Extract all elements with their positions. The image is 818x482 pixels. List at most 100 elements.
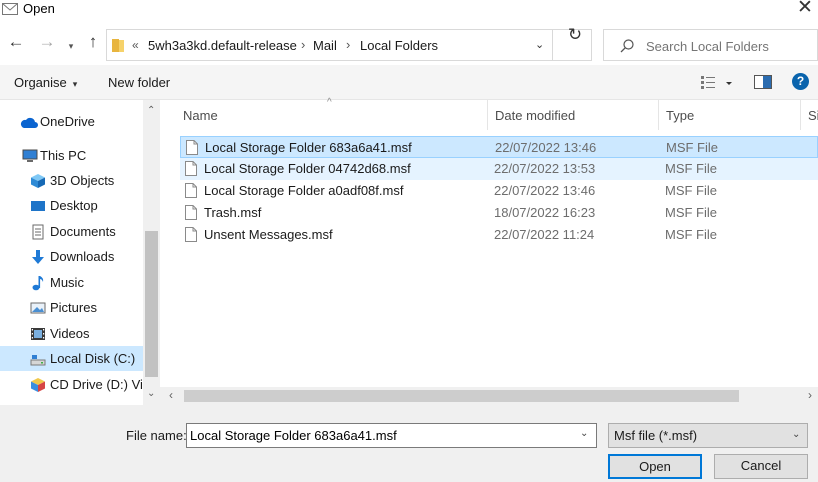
file-row[interactable]: Local Storage Folder 683a6a41.msf 22/07/… bbox=[180, 136, 818, 158]
file-name: Trash.msf bbox=[204, 205, 262, 220]
music-note-icon bbox=[32, 276, 44, 291]
close-button[interactable]: ✕ bbox=[794, 0, 816, 18]
sidebar-item-cd-drive[interactable]: CD Drive (D:) Virt bbox=[0, 372, 143, 397]
file-row[interactable]: Unsent Messages.msf 22/07/2022 11:24 MSF… bbox=[180, 224, 818, 246]
sidebar-item-this-pc[interactable]: This PC bbox=[0, 143, 143, 168]
sidebar-item-label: Downloads bbox=[50, 249, 115, 264]
column-header-name[interactable]: Name bbox=[183, 108, 218, 123]
breadcrumb-local-folders[interactable]: Local Folders bbox=[360, 38, 438, 53]
navigation-pane: OneDrive This PC 3D Objects Desktop Docu… bbox=[0, 100, 160, 405]
column-header-date-modified[interactable]: Date modified bbox=[495, 108, 575, 123]
caret-down-icon: ▾ bbox=[72, 79, 78, 89]
column-header-type[interactable]: Type bbox=[666, 108, 694, 123]
file-date-modified: 22/07/2022 13:46 bbox=[495, 140, 597, 155]
sidebar-item-label: Pictures bbox=[50, 300, 97, 315]
sidebar-item-label: Music bbox=[50, 275, 84, 290]
file-date-modified: 22/07/2022 13:46 bbox=[494, 183, 596, 198]
file-date-modified: 22/07/2022 11:24 bbox=[494, 227, 595, 242]
scroll-right-button[interactable]: › bbox=[808, 388, 812, 402]
sidebar-item-label: 3D Objects bbox=[50, 173, 115, 188]
up-button[interactable]: ↑ bbox=[84, 32, 102, 52]
sidebar-item-documents[interactable]: Documents bbox=[0, 219, 143, 244]
sidebar-item-local-disk[interactable]: Local Disk (C:) bbox=[0, 346, 143, 371]
window-title: Open bbox=[23, 1, 55, 16]
sidebar-item-videos[interactable]: Videos bbox=[0, 321, 143, 346]
column-divider[interactable] bbox=[658, 100, 659, 130]
horizontal-scrollbar[interactable]: ‹ › bbox=[160, 387, 818, 405]
sidebar-item-label: Local Disk (C:) bbox=[50, 351, 136, 366]
file-name-input[interactable] bbox=[190, 427, 570, 444]
file-type: MSF File bbox=[666, 140, 718, 155]
breadcrumb-separator[interactable]: › bbox=[301, 37, 305, 52]
cube-icon bbox=[31, 174, 45, 188]
file-name: Local Storage Folder a0adf08f.msf bbox=[204, 183, 404, 198]
file-icon bbox=[185, 227, 197, 242]
help-icon[interactable]: ? bbox=[792, 73, 809, 90]
file-type: MSF File bbox=[665, 183, 717, 198]
new-folder-button[interactable]: New folder bbox=[108, 75, 170, 90]
computer-icon bbox=[22, 149, 38, 162]
address-bar[interactable]: « 5wh3a3kd.default-release › Mail › Loca… bbox=[106, 29, 592, 61]
column-headers: ^ Name Date modified Type Si bbox=[160, 97, 818, 130]
cancel-button[interactable]: Cancel bbox=[714, 454, 808, 479]
address-history-dropdown[interactable]: ⌄ bbox=[535, 38, 547, 51]
column-header-size[interactable]: Si bbox=[808, 108, 818, 123]
open-button[interactable]: Open bbox=[608, 454, 702, 479]
breadcrumb-mail[interactable]: Mail bbox=[313, 38, 337, 53]
file-type: MSF File bbox=[665, 227, 717, 242]
file-date-modified: 18/07/2022 16:23 bbox=[494, 205, 596, 220]
navigation-bar: ← → ▾ ↑ « 5wh3a3kd.default-release › Mai… bbox=[0, 20, 818, 65]
file-row[interactable]: Trash.msf 18/07/2022 16:23 MSF File bbox=[180, 202, 818, 224]
cd-drive-icon bbox=[31, 378, 45, 392]
refresh-button[interactable]: ↻ bbox=[560, 20, 590, 50]
breadcrumb-profile[interactable]: 5wh3a3kd.default-release bbox=[148, 38, 297, 53]
sidebar-item-3d-objects[interactable]: 3D Objects bbox=[0, 168, 143, 193]
desktop-icon bbox=[31, 201, 45, 211]
sidebar-item-label: Videos bbox=[50, 326, 90, 341]
scroll-up-button[interactable]: ⌃ bbox=[147, 105, 155, 116]
file-list: ^ Name Date modified Type Si Local Stora… bbox=[160, 97, 818, 405]
file-type: MSF File bbox=[665, 205, 717, 220]
chevron-down-icon[interactable]: ⌄ bbox=[580, 428, 588, 439]
recent-locations-button[interactable]: ▾ bbox=[66, 36, 76, 56]
sidebar-item-downloads[interactable]: Downloads bbox=[0, 244, 143, 269]
sort-ascending-icon: ^ bbox=[327, 97, 332, 108]
folder-icon bbox=[112, 39, 124, 52]
sidebar-scrollbar[interactable]: ⌃ ⌄ bbox=[143, 100, 160, 405]
dialog-footer: File name: ⌄ Msf file (*.msf) ⌄ Open Can… bbox=[0, 405, 818, 482]
sidebar-item-onedrive[interactable]: OneDrive bbox=[0, 109, 143, 134]
file-type-select[interactable]: Msf file (*.msf) ⌄ bbox=[608, 423, 808, 448]
sidebar-item-pictures[interactable]: Pictures bbox=[0, 295, 143, 320]
column-divider[interactable] bbox=[800, 100, 801, 130]
scrollbar-thumb[interactable] bbox=[145, 231, 158, 377]
sidebar-item-label: CD Drive (D:) Virt bbox=[50, 377, 143, 392]
scroll-down-button[interactable]: ⌄ bbox=[147, 388, 155, 399]
sidebar-item-label: This PC bbox=[40, 148, 87, 163]
envelope-icon bbox=[2, 3, 18, 15]
organise-button[interactable]: Organise ▾ bbox=[14, 75, 77, 90]
address-overflow-button[interactable]: « bbox=[132, 38, 139, 52]
sidebar-item-desktop[interactable]: Desktop bbox=[0, 193, 143, 218]
file-name: Local Storage Folder 04742d68.msf bbox=[204, 161, 411, 176]
column-divider[interactable] bbox=[487, 100, 488, 130]
file-icon bbox=[186, 140, 198, 155]
scroll-left-button[interactable]: ‹ bbox=[169, 388, 173, 402]
file-row[interactable]: Local Storage Folder a0adf08f.msf 22/07/… bbox=[180, 180, 818, 202]
file-row[interactable]: Local Storage Folder 04742d68.msf 22/07/… bbox=[180, 158, 818, 180]
command-bar: Organise ▾ New folder ? bbox=[0, 65, 818, 100]
scrollbar-thumb[interactable] bbox=[184, 390, 739, 402]
file-name-label: File name: bbox=[126, 428, 187, 443]
cloud-icon bbox=[20, 117, 38, 128]
preview-pane-icon[interactable] bbox=[754, 75, 772, 89]
download-arrow-icon bbox=[32, 250, 44, 264]
file-name-combobox[interactable]: ⌄ bbox=[186, 423, 597, 448]
search-box[interactable] bbox=[603, 29, 818, 61]
sidebar-item-label: Documents bbox=[50, 224, 116, 239]
search-input[interactable] bbox=[646, 37, 806, 55]
change-view-icon[interactable] bbox=[700, 74, 736, 92]
breadcrumb-separator[interactable]: › bbox=[346, 37, 350, 52]
back-button[interactable]: ← bbox=[7, 32, 25, 52]
file-type: MSF File bbox=[665, 161, 717, 176]
forward-button[interactable]: → bbox=[38, 32, 56, 52]
sidebar-item-music[interactable]: Music bbox=[0, 270, 143, 295]
